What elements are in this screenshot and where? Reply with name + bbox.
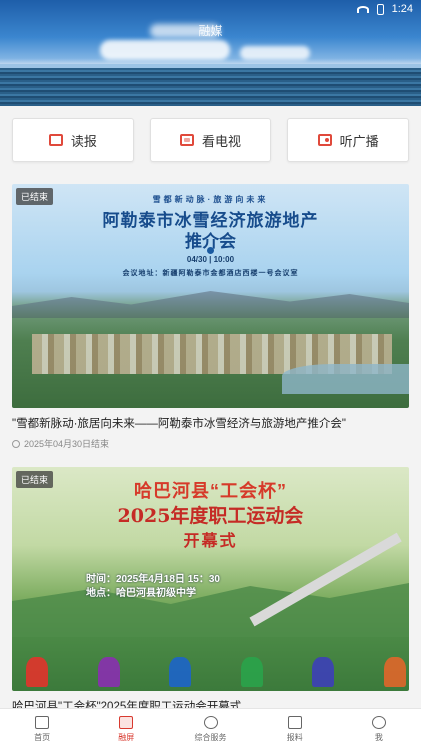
article-poster-image[interactable]: 已结束 雪都新动脉·旅游向未来 阿勒泰市冰雪经济旅游地产 推介会 04/30 |… <box>12 184 409 408</box>
home-icon <box>35 716 50 729</box>
nav-label: 我 <box>374 733 383 742</box>
nav-item-service[interactable]: 综合服务 <box>168 709 252 750</box>
nav-item-me[interactable]: 我 <box>337 709 421 750</box>
read-newspaper-button[interactable]: 读报 <box>12 118 134 162</box>
header-title: 融媒 <box>198 24 223 38</box>
athletes-decoration <box>26 647 406 687</box>
status-time: 1:24 <box>391 3 413 15</box>
article-poster-image[interactable]: 已结束 哈巴河县“工会杯” 2025年度职工运动会 开幕式 时间：2025年4月… <box>12 467 409 691</box>
status-badge: 已结束 <box>16 188 54 205</box>
nav-item-media[interactable]: 融屏 <box>84 709 168 750</box>
listen-radio-button[interactable]: 听广播 <box>287 118 410 162</box>
hills-decoration <box>12 583 409 637</box>
quick-links: 读报 看电视 听广播 <box>12 118 410 162</box>
watch-tv-label: 看电视 <box>202 133 242 149</box>
media-icon <box>119 716 134 729</box>
battery-icon <box>376 3 384 15</box>
nav-item-report[interactable]: 报料 <box>253 709 337 750</box>
cloud-decoration <box>100 40 230 60</box>
athlete-figure <box>383 657 406 687</box>
poster-place: 地点：哈巴河县初级中学 <box>86 588 196 599</box>
poster-headline: 哈巴河县“工会杯” <box>134 481 287 501</box>
status-bar: 1:24 <box>0 0 421 18</box>
nav-item-home[interactable]: 首页 <box>0 709 84 750</box>
status-badge: 已结束 <box>16 471 54 488</box>
newspaper-icon <box>48 134 63 146</box>
article-card[interactable]: 已结束 雪都新动脉·旅游向未来 阿勒泰市冰雪经济旅游地产 推介会 04/30 |… <box>12 184 409 450</box>
poster-headline-3: 开幕式 <box>183 531 238 550</box>
wifi-icon <box>356 5 369 13</box>
article-card[interactable]: 已结束 哈巴河县“工会杯” 2025年度职工运动会 开幕式 时间：2025年4月… <box>12 467 409 714</box>
poster-date: 04/30 | 10:00 <box>186 255 235 264</box>
poster-time: 时间：2025年4月18日 15：30 <box>86 574 220 585</box>
athlete-figure <box>97 657 120 687</box>
mountain-decoration <box>12 291 409 318</box>
read-newspaper-label: 读报 <box>70 133 97 149</box>
article-meta: 2025年04月30日结束 <box>12 437 409 450</box>
listen-radio-label: 听广播 <box>339 133 379 149</box>
service-icon <box>203 716 218 729</box>
poster-subtitle: 雪都新动脉·旅游向未来 <box>152 195 269 204</box>
athlete-figure <box>312 657 335 687</box>
article-title[interactable]: "雪都新脉动·旅居向未来——阿勒泰市冰雪经济与旅游地产推介会" <box>12 417 409 431</box>
header-banner: 1:24 融媒 <box>0 0 421 106</box>
radio-icon <box>317 134 332 146</box>
river-decoration <box>282 364 409 394</box>
nav-label: 融屏 <box>118 733 135 742</box>
user-icon <box>371 716 386 729</box>
athlete-figure <box>26 657 48 687</box>
nav-label: 首页 <box>34 733 51 742</box>
watch-tv-button[interactable]: 看电视 <box>149 118 272 162</box>
tv-icon <box>180 134 194 146</box>
sea-decoration <box>0 68 421 106</box>
poster-address: 会议地址：新疆阿勒泰市金都酒店西楼一号会议室 <box>122 270 299 277</box>
athlete-figure <box>240 657 263 687</box>
clock-icon <box>12 439 20 448</box>
dot-icon <box>207 247 214 254</box>
nav-label: 报料 <box>286 733 303 742</box>
cloud-decoration <box>240 46 310 60</box>
article-end-date: 2025年04月30日结束 <box>24 439 110 449</box>
report-icon <box>287 716 302 729</box>
athlete-figure <box>169 657 192 687</box>
nav-label: 综合服务 <box>194 733 227 742</box>
poster-headline-2: 2025年度职工运动会 <box>117 505 304 527</box>
bottom-navigation: 首页 融屏 综合服务 报料 我 <box>0 708 421 750</box>
